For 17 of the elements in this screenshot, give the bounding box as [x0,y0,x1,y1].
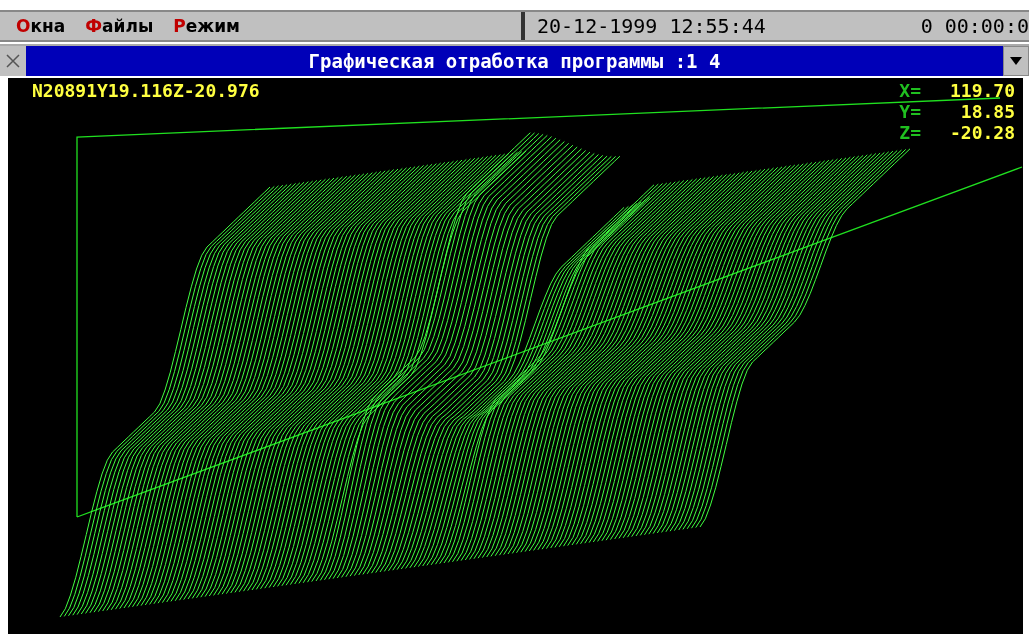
close-icon [6,54,20,68]
timer: 0 00:00:0 [920,14,1029,38]
axis-label: X= [899,80,921,101]
coordinate-value: -20.28 [948,122,1015,143]
window-title: Графическая отработка программы :1 4 [307,49,722,74]
axis-label: Z= [899,122,921,143]
close-button[interactable] [0,46,26,76]
coordinate-value: 119.70 [948,80,1015,101]
coordinate-value: 18.85 [959,101,1015,122]
program-line: N20891Y19.116Z-20.976 [32,80,260,101]
date-time: 20-12-1999 12:55:44 [537,14,766,38]
menu-item[interactable]: Режим [163,16,251,36]
dropdown-button[interactable] [1003,46,1029,76]
axis-label: Y= [899,101,921,122]
menu-item[interactable]: Файлы [75,16,164,36]
caret-icon [1010,57,1022,65]
menu-item[interactable]: Окна [6,16,76,36]
